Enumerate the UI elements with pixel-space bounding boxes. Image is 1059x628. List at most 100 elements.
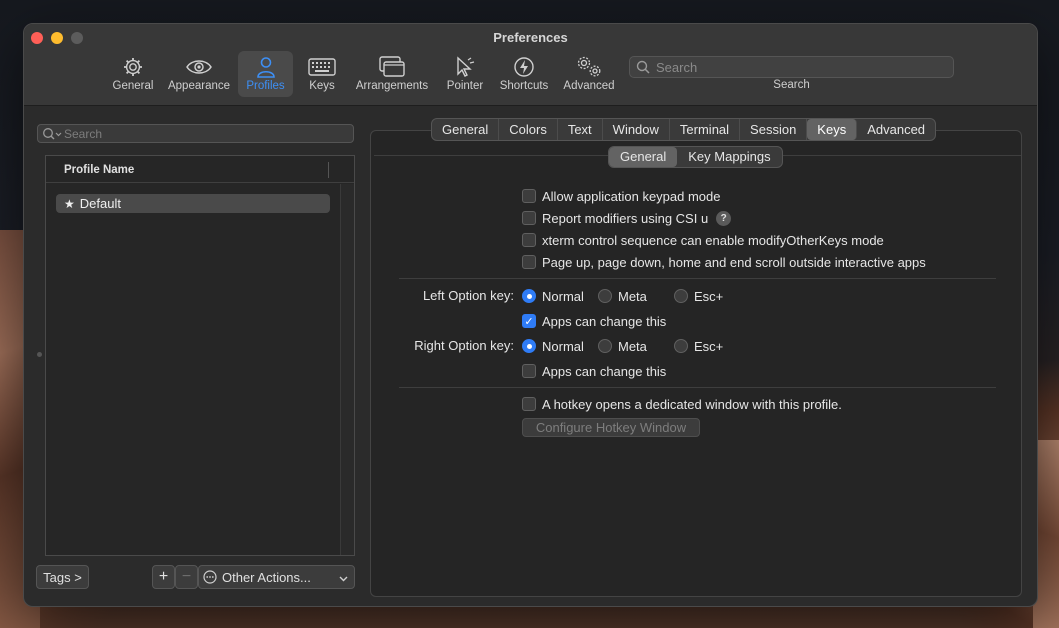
titlebar: Preferences General Appearance Profiles … xyxy=(24,24,1037,106)
toolbar-label: Profiles xyxy=(246,80,285,92)
toolbar-label: Pointer xyxy=(446,80,484,92)
right-option-label: Right Option key: xyxy=(414,338,514,353)
subtab-general[interactable]: General xyxy=(609,147,678,167)
tab-general[interactable]: General xyxy=(432,119,500,140)
add-profile-button[interactable]: + xyxy=(152,565,175,589)
radio-button[interactable] xyxy=(522,339,536,353)
toolbar-profiles[interactable]: Profiles xyxy=(238,51,293,97)
tab-advanced[interactable]: Advanced xyxy=(857,119,935,140)
radio-button[interactable] xyxy=(674,339,688,353)
toolbar-label: Advanced xyxy=(563,80,615,92)
profile-search[interactable] xyxy=(37,124,354,143)
person-icon xyxy=(238,54,293,80)
radio-button[interactable] xyxy=(674,289,688,303)
option-hotkey-window[interactable]: A hotkey opens a dedicated window with t… xyxy=(522,395,842,413)
left-option-normal[interactable]: Normal xyxy=(522,287,584,305)
radio-label: Normal xyxy=(542,338,584,354)
right-option-normal[interactable]: Normal xyxy=(522,337,584,355)
option-label: Page up, page down, home and end scroll … xyxy=(542,254,926,270)
search-caption: Search xyxy=(773,79,810,91)
checkbox[interactable]: ✓ xyxy=(522,314,536,328)
windows-icon xyxy=(352,54,432,80)
tab-window[interactable]: Window xyxy=(603,119,670,140)
column-header-profile-name[interactable]: Profile Name xyxy=(64,164,134,176)
checkbox[interactable] xyxy=(522,189,536,203)
tab-session[interactable]: Session xyxy=(740,119,808,140)
eye-icon xyxy=(166,54,232,80)
tags-button[interactable]: Tags > xyxy=(36,565,89,589)
radio-button[interactable] xyxy=(598,339,612,353)
star-icon: ★ xyxy=(64,196,75,211)
tab-text[interactable]: Text xyxy=(558,119,603,140)
profile-row-default[interactable]: ★ Default xyxy=(56,194,330,213)
toolbar-label: Arrangements xyxy=(355,80,429,92)
split-handle[interactable] xyxy=(37,352,42,357)
gears-icon xyxy=(559,54,619,80)
radio-button[interactable] xyxy=(522,289,536,303)
search-icon xyxy=(42,127,62,144)
toolbar-appearance[interactable]: Appearance xyxy=(166,51,232,97)
radio-label: Normal xyxy=(542,288,584,304)
right-option-esc[interactable]: Esc+ xyxy=(674,337,723,355)
scrollbar[interactable] xyxy=(340,184,354,555)
other-actions-menu[interactable]: Other Actions... xyxy=(198,565,355,589)
toolbar-label: Keys xyxy=(309,80,335,92)
toolbar-keys[interactable]: Keys xyxy=(302,51,342,97)
toolbar-advanced[interactable]: Advanced xyxy=(559,51,619,97)
other-actions-label: Other Actions... xyxy=(222,569,311,585)
option-label: Apps can change this xyxy=(542,363,667,379)
checkbox[interactable] xyxy=(522,233,536,247)
window-title: Preferences xyxy=(493,30,568,45)
configure-hotkey-window-button[interactable]: Configure Hotkey Window xyxy=(522,418,700,437)
left-option-apps-can-change[interactable]: ✓ Apps can change this xyxy=(522,312,666,330)
toolbar-shortcuts[interactable]: Shortcuts xyxy=(496,51,552,97)
section-divider xyxy=(399,278,996,279)
option-keypad-mode[interactable]: Allow application keypad mode xyxy=(522,187,721,205)
checkbox[interactable] xyxy=(522,364,536,378)
option-page-scroll[interactable]: Page up, page down, home and end scroll … xyxy=(522,253,926,271)
toolbar-label: Appearance xyxy=(167,80,231,92)
tab-keys[interactable]: Keys xyxy=(807,119,858,140)
right-option-apps-can-change[interactable]: Apps can change this xyxy=(522,362,666,380)
checkbox[interactable] xyxy=(522,255,536,269)
option-modify-other-keys[interactable]: xterm control sequence can enable modify… xyxy=(522,231,884,249)
radio-button[interactable] xyxy=(598,289,612,303)
remove-profile-button[interactable]: − xyxy=(175,565,198,589)
search-icon xyxy=(636,60,650,77)
option-label: Report modifiers using CSI u xyxy=(542,210,709,226)
gear-icon xyxy=(110,54,156,80)
radio-label: Esc+ xyxy=(694,288,724,304)
table-header[interactable]: Profile Name xyxy=(46,156,354,183)
checkbox[interactable] xyxy=(522,211,536,225)
column-divider xyxy=(328,162,329,178)
left-option-label: Left Option key: xyxy=(422,288,514,303)
option-csi-u[interactable]: Report modifiers using CSI u ? xyxy=(522,209,732,227)
toolbar-arrangements[interactable]: Arrangements xyxy=(352,51,432,97)
chevron-down-icon xyxy=(339,571,348,586)
preferences-search[interactable] xyxy=(629,56,954,78)
profile-search-input[interactable] xyxy=(64,125,344,142)
toolbar-label: Shortcuts xyxy=(499,80,549,92)
toolbar-label: General xyxy=(112,80,154,92)
bolt-icon xyxy=(496,54,552,80)
tab-terminal[interactable]: Terminal xyxy=(670,119,741,140)
option-label: A hotkey opens a dedicated window with t… xyxy=(542,396,842,412)
subtab-key-mappings[interactable]: Key Mappings xyxy=(677,147,781,167)
option-label: Apps can change this xyxy=(542,313,667,329)
left-option-meta[interactable]: Meta xyxy=(598,287,647,305)
toolbar-pointer[interactable]: Pointer xyxy=(441,51,489,97)
checkbox[interactable] xyxy=(522,397,536,411)
radio-label: Meta xyxy=(618,338,647,354)
keys-subtabs: General Key Mappings xyxy=(608,146,783,168)
profile-table: Profile Name ★ Default xyxy=(45,155,355,556)
ellipsis-circle-icon xyxy=(203,570,217,584)
left-option-esc[interactable]: Esc+ xyxy=(674,287,723,305)
help-icon[interactable]: ? xyxy=(716,210,732,226)
right-option-meta[interactable]: Meta xyxy=(598,337,647,355)
search-input[interactable] xyxy=(656,58,946,76)
option-label: xterm control sequence can enable modify… xyxy=(542,232,884,248)
radio-label: Esc+ xyxy=(694,338,724,354)
tab-colors[interactable]: Colors xyxy=(499,119,558,140)
toolbar-general[interactable]: General xyxy=(110,51,156,97)
profile-tabs: General Colors Text Window Terminal Sess… xyxy=(431,118,937,141)
